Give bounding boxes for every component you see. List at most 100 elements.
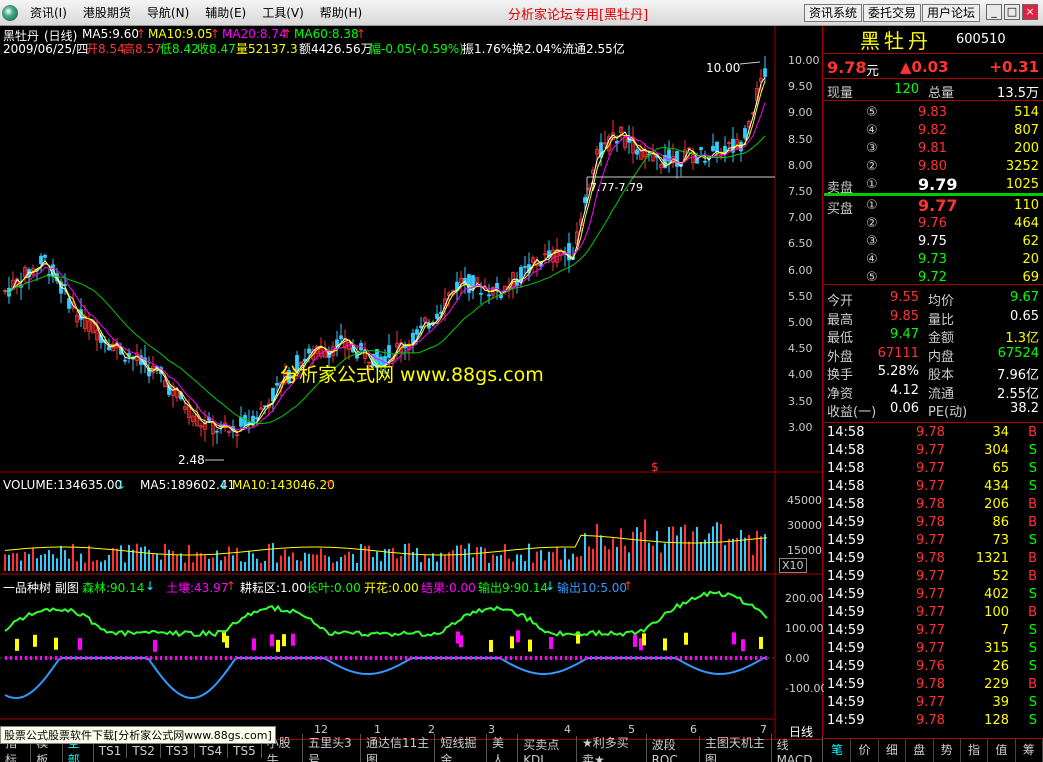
soil-dot <box>550 656 552 660</box>
bid-level-icon: ③ <box>866 234 878 249</box>
soil-dot <box>305 656 307 660</box>
stat-label: 流通 <box>928 386 955 402</box>
tab-macd[interactable]: 线MACD <box>772 735 824 762</box>
price-tick-label: 3.50 <box>788 394 813 408</box>
tick-row[interactable]: 14:59 9.77 315 S <box>824 640 1043 658</box>
tab-value[interactable]: 值 <box>988 739 1016 762</box>
kline-chart-panel[interactable]: 黑牡丹 (日线) MA5:9.60 ↑ MA10:9.05 ↑ MA20:8.7… <box>0 26 827 739</box>
indicator-bar <box>759 636 763 649</box>
tab-lido[interactable]: ★利多买卖★ <box>577 734 647 762</box>
tick-volume: 52 <box>992 569 1009 584</box>
bid-volume: 20 <box>1022 252 1039 267</box>
volume-tick-label: 15000 <box>787 544 822 557</box>
forum-button[interactable]: 用户论坛 <box>922 4 981 22</box>
info-system-button[interactable]: 资讯系统 <box>804 4 863 22</box>
tab-tick[interactable]: 笔 <box>824 739 852 762</box>
soil-dot <box>725 656 727 660</box>
soil-dot <box>215 656 217 660</box>
bid-volume: 464 <box>1014 216 1039 231</box>
menu-hk-futures[interactable]: 港股期货 <box>75 4 139 21</box>
tick-row[interactable]: 14:59 9.78 1321 B <box>824 550 1043 568</box>
download-link[interactable]: 股票公式股票软件下载[分析家公式网www.88gs.com] <box>0 726 276 744</box>
tab-ts1[interactable]: TS1 <box>94 744 128 758</box>
tick-row[interactable]: 14:59 9.77 73 S <box>824 532 1043 550</box>
tab-roc[interactable]: 波段ROC <box>647 735 700 762</box>
tab-price[interactable]: 价 <box>851 739 879 762</box>
menu-assist[interactable]: 辅助(E) <box>197 4 254 21</box>
tick-row[interactable]: 14:58 9.78 34 B <box>824 424 1043 442</box>
price-tick-label: 6.50 <box>788 237 813 251</box>
indicator-bar <box>549 636 553 649</box>
soil-dot <box>515 656 517 660</box>
price-tick-label: 5.50 <box>788 289 813 303</box>
soil-dot <box>750 656 752 660</box>
tick-row[interactable]: 14:58 9.77 304 S <box>824 442 1043 460</box>
tick-row[interactable]: 14:59 9.77 7 S <box>824 622 1043 640</box>
tab-book[interactable]: 盘 <box>906 739 934 762</box>
minimize-button[interactable]: _ <box>986 4 1002 20</box>
tick-row[interactable]: 14:59 9.77 39 S <box>824 694 1043 712</box>
soil-dot <box>545 656 547 660</box>
candle-body <box>215 430 219 433</box>
tab-beauty[interactable]: 美人 <box>487 734 519 762</box>
tick-row[interactable]: 14:59 9.77 52 B <box>824 568 1043 586</box>
tab-detail[interactable]: 细 <box>879 739 907 762</box>
menu-help[interactable]: 帮助(H) <box>312 4 370 21</box>
tick-price: 9.77 <box>916 623 945 638</box>
soil-dot <box>75 656 77 660</box>
soil-dot <box>425 656 427 660</box>
tab-ts3[interactable]: TS3 <box>161 744 195 758</box>
tick-price: 9.78 <box>916 425 945 440</box>
soil-dot <box>380 656 382 660</box>
menu-navigate[interactable]: 导航(N) <box>139 4 197 21</box>
soil-dot <box>485 656 487 660</box>
tab-ts2[interactable]: TS2 <box>127 744 161 758</box>
tick-row[interactable]: 14:59 9.76 26 S <box>824 658 1043 676</box>
soil-dot <box>530 656 532 660</box>
tick-row[interactable]: 14:58 9.78 206 B <box>824 496 1043 514</box>
tick-row[interactable]: 14:58 9.77 65 S <box>824 460 1043 478</box>
amount-label: 额4426.56万 <box>299 42 373 56</box>
tab-kdj[interactable]: 买卖点KDJ <box>518 735 577 762</box>
soil-dot <box>690 656 692 660</box>
soil-dot <box>535 656 537 660</box>
now-vol-label: 现量 <box>827 86 854 101</box>
tick-side: S <box>1028 461 1037 476</box>
soil-dot <box>710 656 712 660</box>
trade-button[interactable]: 委托交易 <box>863 4 922 22</box>
stat-value: 4.12 <box>890 382 919 398</box>
tab-tdx11[interactable]: 通达信11主图 <box>361 734 436 762</box>
tab-ts5[interactable]: TS5 <box>228 744 262 758</box>
close-button[interactable]: × <box>1022 4 1038 20</box>
tab-chips[interactable]: 筹 <box>1016 739 1043 762</box>
tab-ts4[interactable]: TS4 <box>195 744 229 758</box>
tab-index[interactable]: 指 <box>961 739 989 762</box>
tick-row[interactable]: 14:59 9.78 128 S <box>824 712 1043 730</box>
menu-info[interactable]: 资讯(I) <box>22 4 75 21</box>
indicator-bar <box>282 634 286 647</box>
candle-body <box>247 422 251 424</box>
tick-row[interactable]: 14:59 9.78 229 B <box>824 676 1043 694</box>
tab-trend[interactable]: 势 <box>934 739 961 762</box>
tick-side: S <box>1028 659 1037 674</box>
soil-dot <box>475 656 477 660</box>
tick-volume: 7 <box>1000 623 1009 638</box>
tick-row[interactable]: 14:59 9.77 402 S <box>824 586 1043 604</box>
maximize-button[interactable]: □ <box>1004 4 1020 20</box>
tick-row[interactable]: 14:59 9.78 86 B <box>824 514 1043 532</box>
ask-price: 9.82 <box>918 123 947 138</box>
price-unit: 元 <box>866 64 880 79</box>
menu-tools[interactable]: 工具(V) <box>254 4 312 21</box>
stat-label: 换手 <box>827 368 854 383</box>
low-price-marker: 2.48 <box>178 453 205 467</box>
tab-tianji[interactable]: 主图天机主图 <box>700 734 772 762</box>
tick-row[interactable]: 14:59 9.77 100 B <box>824 604 1043 622</box>
tab-wulitou[interactable]: 五里头3号 <box>303 734 361 762</box>
tab-short-gold[interactable]: 短线掘金 <box>435 734 487 762</box>
soil-dot <box>150 656 152 660</box>
tick-row[interactable]: 14:58 9.77 434 S <box>824 478 1043 496</box>
stat-label: PE(动) <box>928 405 968 420</box>
soil-dot <box>735 656 737 660</box>
soil-dot <box>745 656 747 660</box>
soil-arrow-icon: ↑ <box>226 579 237 593</box>
